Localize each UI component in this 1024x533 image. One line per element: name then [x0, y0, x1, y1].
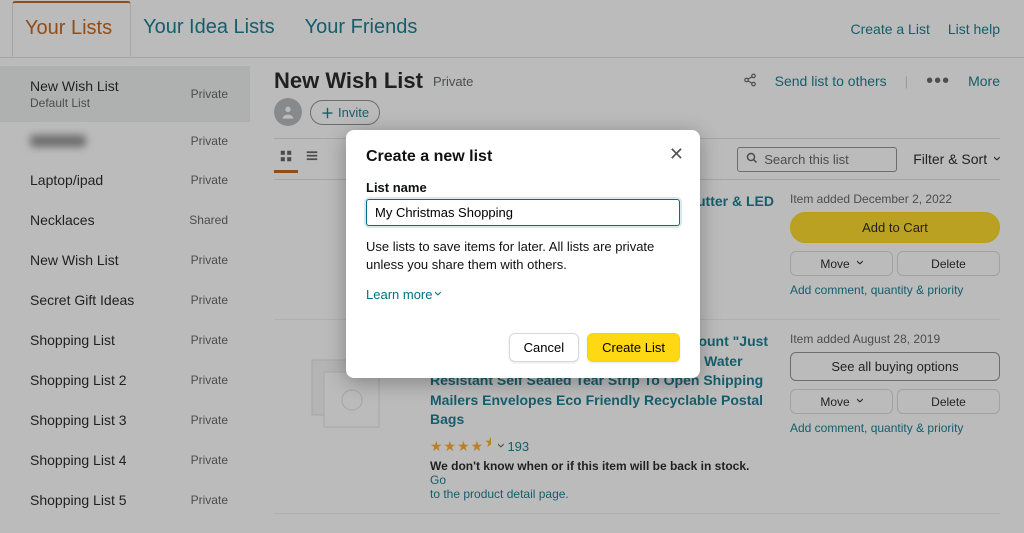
- invite-row: ＋ Invite: [274, 98, 1000, 126]
- sidebar-item-name: New Wish List: [30, 78, 119, 94]
- sidebar-item-status: Private: [191, 413, 228, 427]
- chevron-down-icon: [432, 287, 441, 302]
- tab-right-actions: Create a List List help: [850, 21, 1000, 37]
- sidebar-item-status: Private: [191, 87, 228, 101]
- chevron-down-icon: [854, 393, 863, 410]
- move-button[interactable]: Move: [790, 389, 893, 414]
- stock-status: We don't know when or if this item will …: [430, 459, 774, 501]
- sidebar-item-name: [30, 135, 86, 147]
- sidebar-item-status: Private: [191, 453, 228, 467]
- sidebar-item[interactable]: New Wish List Private: [0, 240, 250, 280]
- search-placeholder: Search this list: [764, 152, 849, 167]
- delete-button[interactable]: Delete: [897, 251, 1000, 276]
- sidebar-item[interactable]: Shopping List 4 Private: [0, 440, 250, 480]
- product-actions: Item added December 2, 2022 Add to Cart …: [790, 192, 1000, 307]
- buying-options-button[interactable]: See all buying options: [790, 352, 1000, 381]
- list-privacy: Private: [433, 74, 473, 89]
- move-button[interactable]: Move: [790, 251, 893, 276]
- move-delete-row: Move Delete: [790, 251, 1000, 276]
- invite-button[interactable]: ＋ Invite: [310, 100, 380, 125]
- list-name-label: List name: [366, 180, 680, 195]
- sidebar-item[interactable]: Secret Gift Ideas Private: [0, 280, 250, 320]
- sidebar-item-status: Shared: [189, 213, 228, 227]
- sidebar-item-name: Shopping List 4: [30, 452, 127, 468]
- add-to-cart-button[interactable]: Add to Cart: [790, 212, 1000, 243]
- sidebar-item-status: Private: [191, 373, 228, 387]
- modal-title: Create a new list: [366, 148, 680, 166]
- product-detail-link[interactable]: Go: [430, 473, 446, 487]
- search-input[interactable]: Search this list: [737, 147, 897, 172]
- item-added-date: Item added December 2, 2022: [790, 192, 1000, 206]
- content-header: New Wish List Private Send list to other…: [274, 68, 1000, 94]
- sidebar-item-status: Private: [191, 293, 228, 307]
- plus-icon: ＋: [321, 103, 334, 122]
- item-added-date: Item added August 28, 2019: [790, 332, 1000, 346]
- sidebar-item-name: Secret Gift Ideas: [30, 292, 134, 308]
- sidebar-item[interactable]: Necklaces Shared: [0, 200, 250, 240]
- sidebar-item-status: Private: [191, 333, 228, 347]
- search-icon: [746, 152, 758, 167]
- list-view-button[interactable]: [300, 145, 324, 173]
- sidebar-item-selected[interactable]: New Wish List Default List Private: [0, 66, 250, 122]
- add-comment-link[interactable]: Add comment, quantity & priority: [790, 283, 963, 297]
- view-toggle: [274, 145, 324, 173]
- filter-sort-button[interactable]: Filter & Sort: [913, 151, 1000, 168]
- tab-friends[interactable]: Your Friends: [293, 2, 436, 55]
- move-delete-row: Move Delete: [790, 389, 1000, 414]
- tab-idea-lists[interactable]: Your Idea Lists: [131, 2, 293, 55]
- toolbar-right: Search this list Filter & Sort: [737, 147, 1000, 172]
- more-link[interactable]: More: [968, 73, 1000, 89]
- add-comment-link[interactable]: Add comment, quantity & priority: [790, 421, 963, 435]
- invite-label: Invite: [338, 105, 369, 120]
- sidebar-item[interactable]: Shopping List Private: [0, 320, 250, 360]
- create-list-modal: ✕ Create a new list List name Use lists …: [346, 130, 700, 378]
- lists-sidebar: New Wish List Default List Private Priva…: [0, 58, 250, 533]
- create-list-button[interactable]: Create List: [587, 333, 680, 362]
- list-title: New Wish List: [274, 68, 423, 94]
- header-actions: Send list to others | ••• More: [743, 70, 1000, 93]
- chevron-down-icon[interactable]: [495, 439, 504, 454]
- delete-button[interactable]: Delete: [897, 389, 1000, 414]
- grid-view-button[interactable]: [274, 145, 298, 173]
- send-list-link[interactable]: Send list to others: [775, 73, 887, 89]
- learn-more-link[interactable]: Learn more: [366, 286, 441, 303]
- avatar: [274, 98, 302, 126]
- chevron-down-icon: [991, 151, 1000, 167]
- sidebar-item-status: Private: [191, 173, 228, 187]
- modal-actions: Cancel Create List: [366, 333, 680, 362]
- sidebar-item[interactable]: Shopping List 2 Private: [0, 360, 250, 400]
- sidebar-item-name: Shopping List 5: [30, 492, 127, 508]
- close-icon[interactable]: ✕: [669, 144, 684, 165]
- product-actions: Item added August 28, 2019 See all buyin…: [790, 332, 1000, 501]
- sidebar-item[interactable]: Private: [0, 122, 250, 160]
- sidebar-item-name: Shopping List 3: [30, 412, 127, 428]
- create-list-link[interactable]: Create a List: [850, 21, 929, 37]
- sidebar-item-status: Private: [191, 134, 228, 148]
- sidebar-item-name: Laptop/ipad: [30, 172, 103, 188]
- sidebar-item-status: Private: [191, 253, 228, 267]
- sidebar-item-name: New Wish List: [30, 252, 119, 268]
- tab-your-lists[interactable]: Your Lists: [12, 1, 131, 57]
- sidebar-item[interactable]: Shopping List 5 Private: [0, 480, 250, 520]
- share-icon: [743, 73, 757, 90]
- sidebar-item-status: Private: [191, 493, 228, 507]
- cancel-button[interactable]: Cancel: [509, 333, 579, 362]
- sidebar-item-name: Shopping List 2: [30, 372, 127, 388]
- review-count[interactable]: 193: [507, 439, 529, 454]
- list-help-link[interactable]: List help: [948, 21, 1000, 37]
- list-name-input[interactable]: [366, 199, 680, 226]
- rating-stars[interactable]: ★★★★★: [430, 438, 491, 454]
- sidebar-item-name: Necklaces: [30, 212, 95, 228]
- chevron-down-icon: [854, 255, 863, 272]
- modal-hint: Use lists to save items for later. All l…: [366, 238, 680, 274]
- more-menu-icon[interactable]: •••: [926, 70, 950, 93]
- sidebar-item-sub: Default List: [30, 96, 119, 110]
- sidebar-item[interactable]: Shopping List 3 Private: [0, 400, 250, 440]
- list-tabs: Your Lists Your Idea Lists Your Friends …: [0, 0, 1024, 58]
- sidebar-item-name: Shopping List: [30, 332, 115, 348]
- sidebar-item[interactable]: Laptop/ipad Private: [0, 160, 250, 200]
